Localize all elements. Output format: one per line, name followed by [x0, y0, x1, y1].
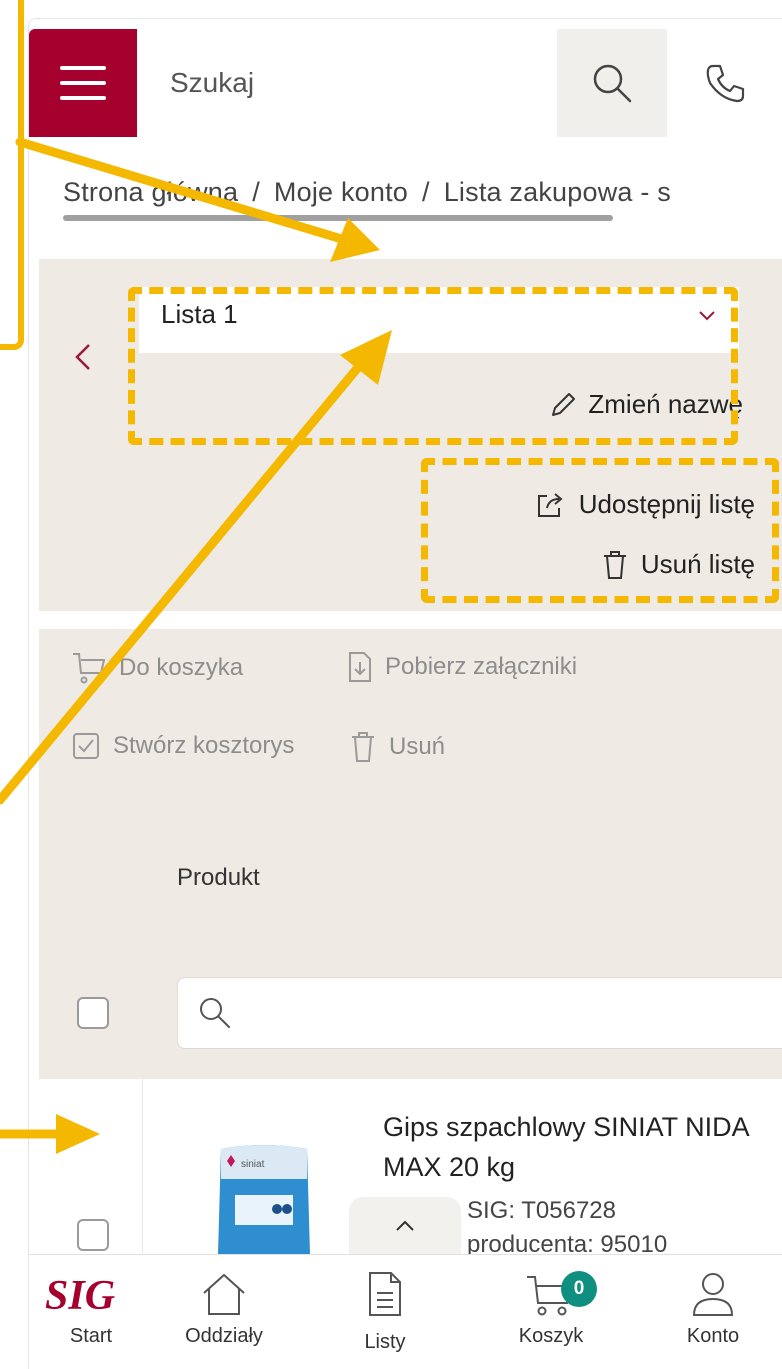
cart-icon: [73, 653, 106, 684]
sig-logo-text: SIG: [45, 1273, 115, 1317]
nav-branches-label: Oddziały: [185, 1325, 263, 1347]
column-header-product: Produkt: [177, 864, 260, 891]
delete-items-button[interactable]: Usuń: [349, 731, 445, 763]
menu-button[interactable]: [29, 29, 137, 137]
menu-icon-bar: [60, 81, 106, 85]
search-icon: [593, 64, 632, 103]
breadcrumb-home[interactable]: Strona główna: [63, 177, 238, 207]
download-icon: [349, 652, 371, 682]
nav-account[interactable]: Konto: [643, 1255, 782, 1369]
home-icon: [203, 1273, 245, 1315]
search-input[interactable]: [137, 29, 557, 137]
sig-logo: SIG: [41, 1255, 141, 1317]
nav-lists[interactable]: Listy: [315, 1255, 455, 1369]
trash-icon: [352, 732, 374, 762]
bottom-navigation: SIG Start Oddziały Listy 0 Koszyk Konto: [29, 1254, 782, 1369]
nav-cart[interactable]: 0 Koszyk: [481, 1255, 621, 1369]
annotation-side-box: [0, 0, 24, 350]
cart-count-badge: 0: [561, 1271, 597, 1307]
nav-start[interactable]: SIG Start: [29, 1255, 161, 1369]
document-icon: [369, 1272, 401, 1316]
nav-branches[interactable]: Oddziały: [154, 1255, 294, 1369]
phone-icon: [706, 64, 745, 103]
breadcrumb: Strona główna / Moje konto / Lista zakupowa …: [63, 177, 671, 208]
chevron-left-icon: [75, 344, 90, 370]
add-to-cart-label: Do koszyka: [119, 654, 244, 681]
select-all-checkbox[interactable]: [77, 997, 109, 1029]
list-toolbar: Do koszyka Pobierz załączniki Stwórz kos…: [39, 629, 782, 1079]
row-checkbox[interactable]: [77, 1219, 109, 1251]
estimate-icon: [73, 733, 99, 759]
nav-account-label: Konto: [686, 1325, 740, 1347]
breadcrumb-separator: /: [422, 177, 430, 207]
breadcrumb-account[interactable]: Moje konto: [274, 177, 408, 207]
download-attachments-button[interactable]: Pobierz załączniki: [347, 651, 577, 683]
back-button[interactable]: [69, 337, 99, 377]
product-filter-input[interactable]: [242, 990, 762, 1036]
create-estimate-label: Stwórz kosztorys: [113, 732, 295, 759]
user-icon: [692, 1273, 734, 1316]
annotation-box-share: [421, 458, 779, 603]
breadcrumb-scrollbar[interactable]: [63, 215, 613, 221]
add-to-cart-button[interactable]: Do koszyka: [71, 651, 243, 685]
phone-button[interactable]: [667, 29, 782, 137]
product-name[interactable]: Gips szpachlowy SINIAT NIDA MAX 20 kg: [383, 1107, 782, 1187]
search-button[interactable]: [557, 29, 667, 137]
nav-cart-label: Koszyk: [518, 1325, 584, 1347]
nav-lists-label: Listy: [364, 1331, 406, 1353]
nav-start-label: Start: [69, 1325, 113, 1347]
app-viewport: Strona główna / Moje konto / Lista zakupowa …: [28, 18, 782, 1369]
product-brand-text: siniat: [241, 1159, 265, 1170]
top-header: [29, 29, 782, 137]
breadcrumb-separator: /: [252, 177, 260, 207]
annotation-box-rename: [128, 287, 738, 445]
menu-icon-bar: [60, 66, 106, 70]
product-filter: [177, 977, 782, 1049]
search-icon: [200, 998, 230, 1028]
menu-icon-bar: [60, 96, 106, 100]
chevron-up-icon: [396, 1220, 414, 1231]
product-sku: SIG: T056728: [467, 1197, 616, 1224]
download-attachments-label: Pobierz załączniki: [385, 653, 578, 680]
create-estimate-button[interactable]: Stwórz kosztorys: [71, 731, 294, 761]
breadcrumb-current: Lista zakupowa - s: [443, 177, 671, 207]
delete-items-label: Usuń: [389, 733, 446, 760]
